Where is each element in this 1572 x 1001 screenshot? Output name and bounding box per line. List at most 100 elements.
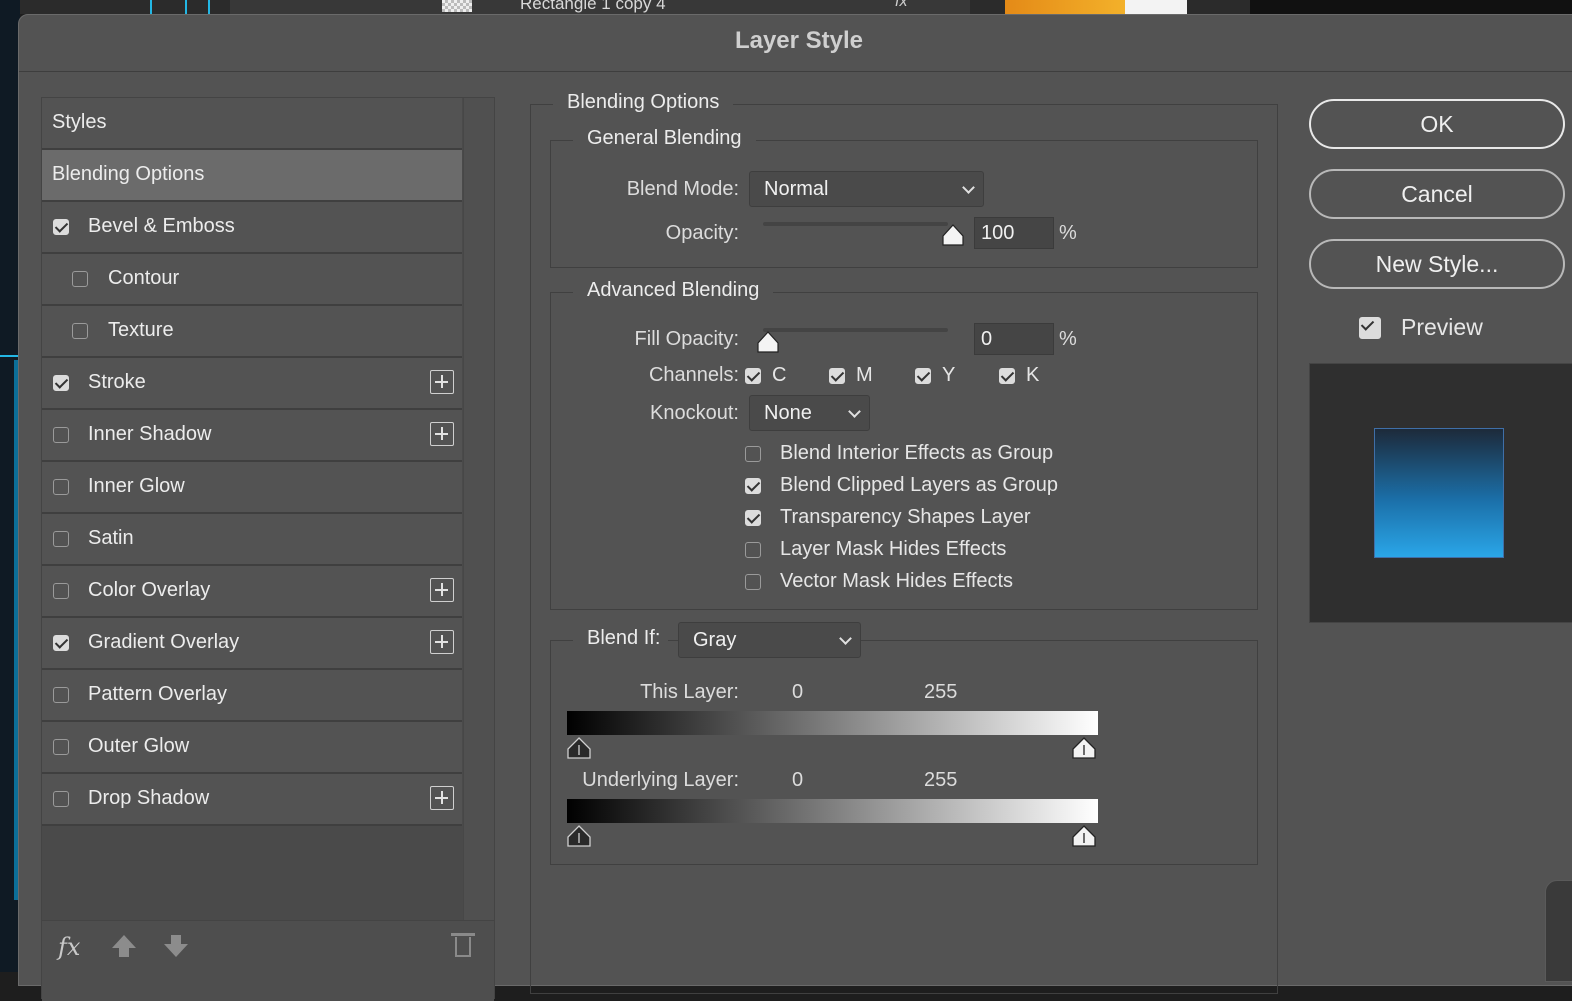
style-row-outer-glow[interactable]: Outer Glow xyxy=(42,722,462,774)
blend-mode-select[interactable]: Normal xyxy=(749,171,984,207)
style-row-bevel-emboss[interactable]: Bevel & Emboss xyxy=(42,202,462,254)
style-row-label: Inner Shadow xyxy=(88,423,212,445)
style-checkbox[interactable] xyxy=(53,219,69,235)
underlying-low-value: 0 xyxy=(792,769,804,791)
layer-name[interactable]: Rectangle 1 copy 4 xyxy=(520,0,666,14)
blending-options-title: Blending Options xyxy=(553,91,734,114)
style-row-texture[interactable]: Texture xyxy=(42,306,462,358)
underlying-white-slider[interactable] xyxy=(1072,825,1096,847)
style-row-blending-options[interactable]: Blending Options xyxy=(42,150,462,202)
app-background-strip xyxy=(1250,0,1572,14)
ok-button[interactable]: OK xyxy=(1309,99,1565,149)
style-checkbox[interactable] xyxy=(53,375,69,391)
preview-thumbnail-box xyxy=(1309,363,1572,623)
advanced-option-checkbox[interactable] xyxy=(745,478,761,494)
opacity-input[interactable]: 100 xyxy=(974,217,1054,249)
style-row-label: Bevel & Emboss xyxy=(88,215,235,237)
advanced-option-label: Blend Interior Effects as Group xyxy=(780,442,1054,464)
style-row-color-overlay[interactable]: Color Overlay xyxy=(42,566,462,618)
style-row-label: Color Overlay xyxy=(88,579,211,601)
underlying-high-value: 255 xyxy=(924,769,958,791)
style-checkbox[interactable] xyxy=(53,583,69,599)
style-checkbox[interactable] xyxy=(53,531,69,547)
style-checkbox[interactable] xyxy=(72,323,88,339)
fx-menu-icon[interactable]: fx xyxy=(58,933,80,961)
advanced-option-checkbox[interactable] xyxy=(745,542,761,558)
styles-list-footer: fx xyxy=(42,920,494,1001)
style-row-label: Pattern Overlay xyxy=(88,683,227,705)
fill-opacity-slider[interactable] xyxy=(763,328,948,332)
fill-opacity-input[interactable]: 0 xyxy=(974,323,1054,355)
channel-checkbox[interactable] xyxy=(999,368,1015,384)
style-row-drop-shadow[interactable]: Drop Shadow xyxy=(42,774,462,826)
this-layer-label: This Layer: xyxy=(640,681,739,703)
knockout-select[interactable]: None xyxy=(749,395,870,431)
style-checkbox[interactable] xyxy=(53,479,69,495)
channel-checkbox[interactable] xyxy=(745,368,761,384)
style-row-inner-shadow[interactable]: Inner Shadow xyxy=(42,410,462,462)
cancel-button[interactable]: Cancel xyxy=(1309,169,1565,219)
background-thumbnail xyxy=(1125,0,1187,14)
advanced-option-checkbox[interactable] xyxy=(745,510,761,526)
style-row-satin[interactable]: Satin xyxy=(42,514,462,566)
canvas-guide xyxy=(150,0,152,14)
preview-checkbox[interactable] xyxy=(1359,317,1381,339)
fill-opacity-label: Fill Opacity: xyxy=(634,328,739,350)
style-checkbox[interactable] xyxy=(72,271,88,287)
add-effect-plus-icon[interactable] xyxy=(430,786,454,810)
add-effect-plus-icon[interactable] xyxy=(430,370,454,394)
channel-checkbox[interactable] xyxy=(829,368,845,384)
style-checkbox[interactable] xyxy=(53,791,69,807)
opacity-slider[interactable] xyxy=(763,222,948,226)
style-row-label: Satin xyxy=(88,527,134,549)
this-layer-white-slider[interactable] xyxy=(1072,737,1096,759)
channel-checkbox[interactable] xyxy=(915,368,931,384)
blend-if-select[interactable]: Gray xyxy=(678,622,861,658)
underlying-black-slider[interactable] xyxy=(567,825,591,847)
fill-opacity-slider-thumb[interactable] xyxy=(757,331,779,353)
style-checkbox[interactable] xyxy=(53,635,69,651)
style-row-styles[interactable]: Styles xyxy=(42,98,462,150)
chevron-down-icon xyxy=(839,632,852,645)
add-effect-plus-icon[interactable] xyxy=(430,422,454,446)
style-row-contour[interactable]: Contour xyxy=(42,254,462,306)
style-checkbox[interactable] xyxy=(53,427,69,443)
style-checkbox[interactable] xyxy=(53,739,69,755)
move-effect-down-icon[interactable] xyxy=(164,944,188,957)
dialog-titlebar[interactable]: Layer Style xyxy=(19,15,1572,72)
add-effect-plus-icon[interactable] xyxy=(430,630,454,654)
fill-opacity-percent: % xyxy=(1059,328,1077,350)
add-effect-plus-icon[interactable] xyxy=(430,578,454,602)
style-row-pattern-overlay[interactable]: Pattern Overlay xyxy=(42,670,462,722)
this-layer-black-slider[interactable] xyxy=(567,737,591,759)
style-row-label: Drop Shadow xyxy=(88,787,210,809)
style-row-label: Styles xyxy=(52,111,107,133)
background-window-corner xyxy=(1545,880,1572,982)
blend-if-group xyxy=(550,640,1258,865)
style-checkbox[interactable] xyxy=(53,687,69,703)
styles-list-scrollbar[interactable] xyxy=(463,98,494,920)
channels-label: Channels: xyxy=(648,364,739,386)
underlying-gradient-bar xyxy=(567,799,1098,823)
this-layer-high-value: 255 xyxy=(924,681,958,703)
layer-fx-icon[interactable]: fx xyxy=(895,0,907,11)
advanced-option-checkbox[interactable] xyxy=(745,446,761,462)
knockout-label: Knockout: xyxy=(650,402,739,424)
style-row-gradient-overlay[interactable]: Gradient Overlay xyxy=(42,618,462,670)
styles-list: Styles Blending Options Bevel & Emboss Cont… xyxy=(41,97,495,1001)
blend-if-label: Blend If: xyxy=(573,627,669,650)
preview-label: Preview xyxy=(1401,314,1483,340)
opacity-slider-thumb[interactable] xyxy=(942,224,964,246)
knockout-value: None xyxy=(764,402,812,424)
advanced-option-checkbox[interactable] xyxy=(745,574,761,590)
style-row-label: Gradient Overlay xyxy=(88,631,240,653)
delete-effect-icon[interactable] xyxy=(455,937,471,957)
new-style-button[interactable]: New Style... xyxy=(1309,239,1565,289)
style-row-stroke[interactable]: Stroke xyxy=(42,358,462,410)
blend-mode-value: Normal xyxy=(764,178,829,200)
advanced-option-label: Blend Clipped Layers as Group xyxy=(780,474,1058,496)
style-row-inner-glow[interactable]: Inner Glow xyxy=(42,462,462,514)
opacity-percent: % xyxy=(1059,222,1077,244)
advanced-option-label: Transparency Shapes Layer xyxy=(780,506,1031,528)
style-row-label: Inner Glow xyxy=(88,475,185,497)
